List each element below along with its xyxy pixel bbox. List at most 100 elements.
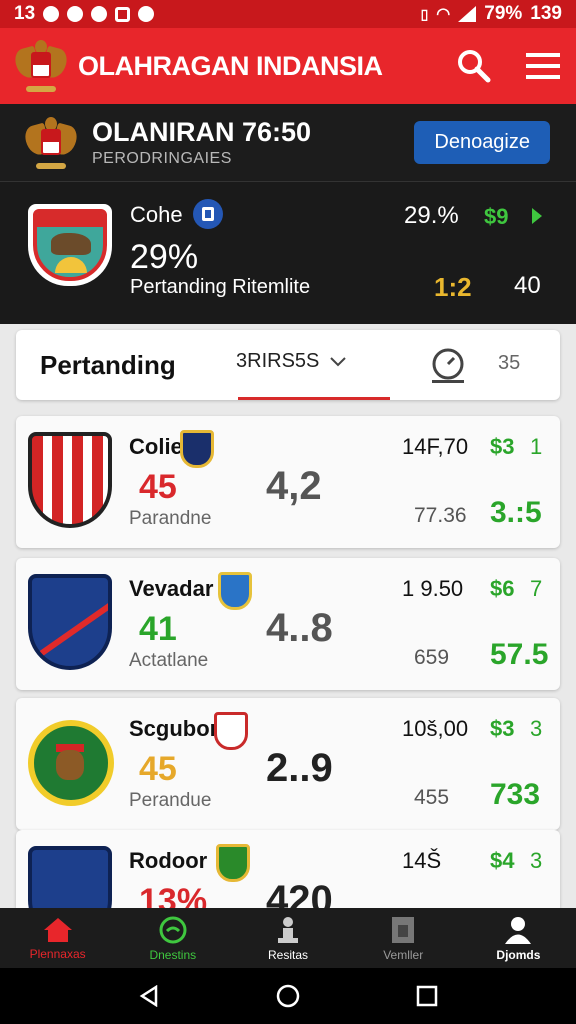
filter-selected: 3RIRS5S bbox=[236, 350, 320, 372]
app-title: OLAHRAGAN INDANSIA bbox=[78, 50, 383, 81]
match-percent: 41 bbox=[139, 610, 177, 648]
match-odds: 10š,00 bbox=[402, 716, 469, 741]
team-badge-icon bbox=[214, 712, 248, 750]
match-percent: 45 bbox=[139, 750, 177, 788]
app-icon bbox=[67, 6, 84, 22]
app-bar: OLAHRAGAN INDANSIA bbox=[0, 28, 576, 104]
match-money: $3 bbox=[490, 434, 515, 459]
match-small-value: 77.36 bbox=[414, 504, 467, 527]
featured-match[interactable]: Cohe 29% Pertanding Ritemlite 29.% $9 1:… bbox=[0, 182, 576, 324]
calendar-icon bbox=[115, 6, 131, 22]
team-badge-icon bbox=[218, 572, 252, 610]
header-action-button[interactable]: Denoagize bbox=[414, 121, 550, 164]
battery-time: 139 bbox=[530, 3, 562, 24]
battery-text: 79% bbox=[484, 3, 523, 24]
nav-label: Resitas bbox=[268, 947, 309, 962]
match-card[interactable]: Vevadar 41 Actatlane 4..8 1 9.50 $6 7 65… bbox=[16, 558, 560, 690]
match-percent: 45 bbox=[139, 468, 177, 506]
status-time: 13 bbox=[14, 3, 36, 24]
match-big-value: 733 bbox=[490, 778, 541, 811]
team-name: Colie bbox=[129, 434, 183, 459]
match-money: $6 bbox=[490, 576, 515, 601]
settings-icon bbox=[91, 6, 108, 22]
featured-label: Pertanding Ritemlite bbox=[130, 276, 311, 298]
match-score: 4,2 bbox=[266, 464, 322, 508]
crest-icon[interactable] bbox=[12, 38, 70, 94]
home-circle-icon[interactable] bbox=[276, 984, 300, 1008]
match-tail: 3 bbox=[530, 848, 543, 873]
match-money: $4 bbox=[490, 848, 515, 873]
team-logo-icon bbox=[28, 432, 112, 528]
filter-title: Pertanding bbox=[40, 349, 176, 380]
clock-icon bbox=[159, 916, 187, 943]
filter-underline bbox=[238, 397, 390, 400]
team-name: Scgubon bbox=[129, 716, 224, 741]
match-odds: 14F,70 bbox=[402, 434, 469, 459]
featured-money: $9 bbox=[484, 204, 509, 229]
team-badge-icon bbox=[216, 844, 250, 882]
match-score: 2..9 bbox=[266, 746, 333, 790]
user-icon bbox=[505, 916, 532, 944]
nav-item-profile[interactable]: Djomds bbox=[461, 908, 576, 968]
match-card[interactable]: Rodoor 13% 420 14Š $4 3 bbox=[16, 830, 560, 908]
featured-right-value: 29.% bbox=[404, 202, 459, 229]
home-icon bbox=[43, 917, 72, 942]
team-shield-icon bbox=[28, 204, 112, 286]
nav-item-venue[interactable]: Vemller bbox=[346, 908, 461, 968]
status-bar: 13 ▯ ◠ 79% 139 bbox=[0, 0, 576, 28]
team-logo-icon bbox=[28, 574, 112, 670]
nav-label: Djomds bbox=[496, 947, 541, 962]
match-odds: 1 9.50 bbox=[402, 576, 464, 601]
featured-team-name: Cohe bbox=[130, 202, 183, 227]
match-score: 4..8 bbox=[266, 606, 333, 650]
vibrate-icon: ▯ bbox=[420, 5, 429, 22]
search-icon[interactable] bbox=[456, 48, 492, 84]
shirt-badge-icon bbox=[193, 199, 223, 229]
team-name: Vevadar bbox=[129, 576, 214, 601]
match-percent: 13% bbox=[139, 882, 208, 908]
featured-count: 40 bbox=[514, 272, 541, 299]
nav-item-results[interactable]: Resitas bbox=[230, 908, 345, 968]
nav-label: Vemller bbox=[383, 947, 424, 962]
play-arrow-icon[interactable] bbox=[532, 208, 542, 224]
match-subtitle: Actatlane bbox=[129, 650, 209, 671]
header-title: OLANIRAN 76:50 bbox=[92, 117, 312, 147]
match-tail: 7 bbox=[530, 576, 543, 601]
back-icon[interactable] bbox=[138, 985, 160, 1007]
filter-count: 35 bbox=[498, 352, 521, 374]
chat-icon bbox=[43, 6, 60, 22]
globe-icon bbox=[138, 6, 155, 22]
recents-icon[interactable] bbox=[416, 985, 438, 1007]
nav-item-matches[interactable]: Dnestins bbox=[115, 908, 230, 968]
timer-icon[interactable] bbox=[430, 346, 466, 386]
signal-icon bbox=[458, 6, 477, 22]
match-tail: 3 bbox=[530, 716, 543, 741]
match-money: $3 bbox=[490, 716, 515, 741]
nav-label: Dnestins bbox=[149, 947, 197, 962]
match-subtitle: Parandne bbox=[129, 508, 212, 529]
system-nav bbox=[0, 968, 576, 1024]
team-logo-icon bbox=[28, 846, 112, 908]
match-subtitle: Perandue bbox=[129, 790, 212, 811]
match-small-value: 455 bbox=[414, 786, 450, 809]
match-small-value: 659 bbox=[414, 646, 450, 669]
bottom-nav: Plennaxas Dnestins Resitas Vemller Djomd… bbox=[0, 908, 576, 968]
match-big-value: 3.:5 bbox=[490, 496, 542, 529]
filter-bar: Pertanding 3RIRS5S 35 bbox=[16, 330, 560, 400]
match-card[interactable]: Scgubon 45 Perandue 2..9 10š,00 $3 3 455… bbox=[16, 698, 560, 830]
filter-dropdown[interactable]: 3RIRS5S bbox=[236, 350, 347, 373]
garuda-crest-icon bbox=[22, 115, 80, 171]
match-score: 420 bbox=[266, 878, 333, 908]
nav-label: Plennaxas bbox=[29, 946, 86, 961]
team-name: Rodoor bbox=[129, 848, 208, 873]
match-header: OLANIRAN 76:50 PERODRINGAIES Denoagize bbox=[0, 104, 576, 182]
featured-score: 1:2 bbox=[434, 272, 472, 302]
match-tail: 1 bbox=[530, 434, 543, 459]
featured-percent: 29% bbox=[130, 238, 199, 276]
match-odds: 14Š bbox=[402, 848, 442, 873]
match-big-value: 57.5 bbox=[490, 638, 549, 671]
wifi-icon: ◠ bbox=[436, 6, 451, 23]
menu-icon[interactable] bbox=[526, 52, 560, 80]
nav-item-home[interactable]: Plennaxas bbox=[0, 908, 115, 968]
match-card[interactable]: Colie 45 Parandne 4,2 14F,70 $3 1 77.36 … bbox=[16, 416, 560, 548]
